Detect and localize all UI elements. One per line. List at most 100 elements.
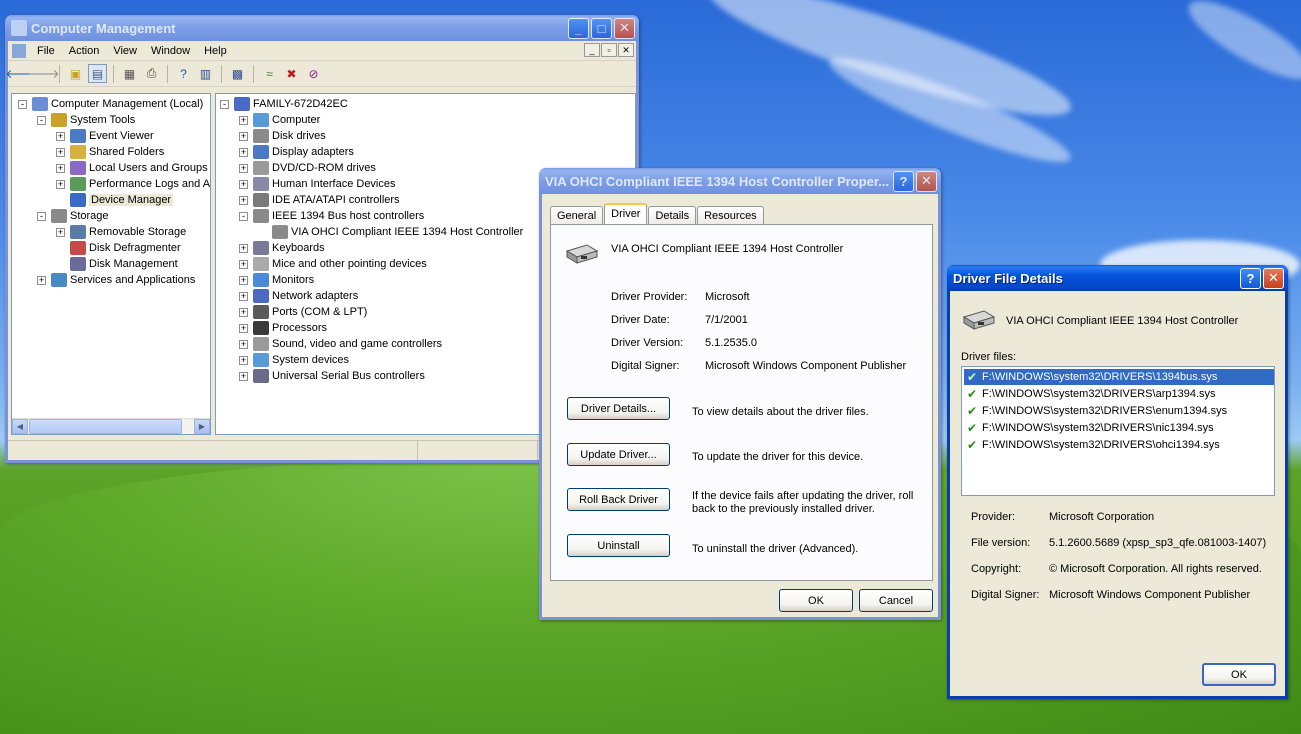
device-tree-item[interactable]: FAMILY-672D42EC	[234, 96, 348, 112]
tree-expander[interactable]: +	[239, 356, 248, 365]
console-icon[interactable]: ▥	[196, 64, 215, 83]
tree-expander[interactable]: +	[56, 132, 65, 141]
scroll-right-arrow[interactable]: ▶	[194, 419, 210, 434]
tree-expander[interactable]: +	[239, 276, 248, 285]
tree-expander[interactable]: +	[239, 244, 248, 253]
driver-file-row[interactable]: ✔ F:\WINDOWS\system32\DRIVERS\ohci1394.sy…	[964, 437, 1224, 453]
tree-item[interactable]: Disk Management	[70, 256, 178, 272]
remove-icon[interactable]: ≈	[260, 64, 279, 83]
up-folder-icon[interactable]: ▣	[66, 64, 85, 83]
tree-expander[interactable]: +	[239, 132, 248, 141]
device-tree-item[interactable]: DVD/CD-ROM drives	[253, 160, 376, 176]
tree-expander[interactable]: -	[37, 116, 46, 125]
tree-expander[interactable]: +	[239, 180, 248, 189]
tree-expander[interactable]: +	[56, 180, 65, 189]
scroll-left-arrow[interactable]: ◀	[12, 419, 28, 434]
tree-expander[interactable]: +	[56, 228, 65, 237]
show-hide-tree-icon[interactable]: ▤	[88, 64, 107, 83]
driver-files-list[interactable]: ✔ F:\WINDOWS\system32\DRIVERS\1394bus.sys…	[961, 366, 1275, 496]
scroll-thumb[interactable]	[29, 419, 182, 434]
device-tree-item[interactable]: Human Interface Devices	[253, 176, 396, 192]
tree-expander[interactable]: -	[239, 212, 248, 221]
device-tree-item[interactable]: Network adapters	[253, 288, 358, 304]
driver-file-row[interactable]: ✔ F:\WINDOWS\system32\DRIVERS\nic1394.sys	[964, 420, 1218, 436]
driver-file-row[interactable]: ✔ F:\WINDOWS\system32\DRIVERS\enum1394.sy…	[964, 403, 1231, 419]
tree-expander[interactable]: +	[239, 260, 248, 269]
tab-details[interactable]: Details	[648, 206, 697, 225]
forward-arrow-icon[interactable]: 🡒	[27, 64, 59, 83]
driver-file-row[interactable]: ✔ F:\WINDOWS\system32\DRIVERS\1394bus.sys	[964, 369, 1274, 385]
device-tree-item[interactable]: IDE ATA/ATAPI controllers	[253, 192, 400, 208]
tree-expander[interactable]: -	[220, 100, 229, 109]
tree-expander[interactable]: +	[56, 164, 65, 173]
device-tree-item[interactable]: Universal Serial Bus controllers	[253, 368, 425, 384]
help-icon[interactable]: ?	[174, 64, 193, 83]
tree-expander[interactable]: +	[239, 324, 248, 333]
close-button[interactable]: ✕	[1263, 267, 1284, 289]
device-tree-item[interactable]: Ports (COM & LPT)	[253, 304, 367, 320]
roll-back-driver-button[interactable]: Roll Back Driver	[567, 488, 670, 511]
tree-expander[interactable]: +	[239, 308, 248, 317]
mdi-minimize-button[interactable]: _	[584, 43, 600, 57]
tree-item[interactable]: Computer Management (Local)	[32, 96, 203, 112]
tree-item[interactable]: Event Viewer	[70, 128, 154, 144]
driver-file-row[interactable]: ✔ F:\WINDOWS\system32\DRIVERS\arp1394.sys	[964, 386, 1220, 402]
tree-expander[interactable]: +	[239, 340, 248, 349]
uninstall-button[interactable]: Uninstall	[567, 534, 670, 557]
tree-item[interactable]: Performance Logs and Alerts	[70, 176, 210, 192]
device-tree-item[interactable]: Computer	[253, 112, 320, 128]
tree-expander[interactable]: +	[239, 372, 248, 381]
tree-item[interactable]: Storage	[51, 208, 109, 224]
mdi-restore-button[interactable]: ▫	[601, 43, 617, 57]
device-tree-item[interactable]: Processors	[253, 320, 327, 336]
device-tree-item[interactable]: Display adapters	[253, 144, 354, 160]
uninstall-icon[interactable]: ✖	[282, 64, 301, 83]
ok-button[interactable]: OK	[1202, 663, 1276, 686]
cancel-button[interactable]: Cancel	[859, 589, 933, 612]
properties-title-bar[interactable]: VIA OHCI Compliant IEEE 1394 Host Contro…	[539, 168, 941, 194]
tree-expander[interactable]: +	[239, 292, 248, 301]
tab-driver[interactable]: Driver	[604, 203, 648, 225]
close-button[interactable]: ✕	[614, 17, 635, 39]
tree-item[interactable]: System Tools	[51, 112, 135, 128]
device-tree-item[interactable]: Keyboards	[253, 240, 325, 256]
menu-view[interactable]: View	[106, 43, 144, 59]
tree-expander[interactable]: -	[18, 100, 27, 109]
tab-general[interactable]: General	[550, 206, 604, 225]
tree-item[interactable]: Shared Folders	[70, 144, 164, 160]
device-tree-item[interactable]: Disk drives	[253, 128, 326, 144]
device-tree-item[interactable]: System devices	[253, 352, 349, 368]
tree-item[interactable]: Local Users and Groups	[70, 160, 208, 176]
tree-expander[interactable]: +	[239, 164, 248, 173]
device-tree-item[interactable]: Sound, video and game controllers	[253, 336, 442, 352]
disable-device-icon[interactable]: ⊘	[304, 64, 323, 83]
scan-hardware-icon[interactable]: ▩	[228, 64, 247, 83]
mdi-close-button[interactable]: ✕	[618, 43, 634, 57]
ok-button[interactable]: OK	[779, 589, 853, 612]
device-tree-item[interactable]: Mice and other pointing devices	[253, 256, 427, 272]
device-tree-item[interactable]: IEEE 1394 Bus host controllers	[253, 208, 424, 224]
tree-item[interactable]: Disk Defragmenter	[70, 240, 181, 256]
maximize-button[interactable]: □	[591, 17, 612, 39]
tree-item[interactable]: Device Manager	[70, 192, 174, 208]
console-tree-pane[interactable]: - Computer Management (Local) - System Tool…	[11, 93, 211, 435]
device-tree-item[interactable]: Monitors	[253, 272, 314, 288]
horizontal-scrollbar[interactable]: ◀ ▶	[12, 418, 210, 434]
device-tree-item[interactable]: VIA OHCI Compliant IEEE 1394 Host Contro…	[272, 224, 523, 240]
menu-file[interactable]: File	[30, 43, 62, 59]
tree-expander[interactable]: -	[37, 212, 46, 221]
details-title-bar[interactable]: Driver File Details ? ✕	[947, 265, 1288, 291]
tab-resources[interactable]: Resources	[697, 206, 764, 225]
tree-expander[interactable]: +	[239, 116, 248, 125]
properties-icon[interactable]: ▦	[120, 64, 139, 83]
tree-item[interactable]: Services and Applications	[51, 272, 195, 288]
tree-expander[interactable]: +	[239, 196, 248, 205]
menu-window[interactable]: Window	[144, 43, 197, 59]
close-button[interactable]: ✕	[916, 170, 937, 192]
driver-details-button[interactable]: Driver Details...	[567, 397, 670, 420]
print-icon[interactable]: ⎙	[142, 64, 161, 83]
minimize-button[interactable]: _	[568, 17, 589, 39]
tree-expander[interactable]: +	[239, 148, 248, 157]
tree-expander[interactable]: +	[56, 148, 65, 157]
title-bar[interactable]: Computer Management _ □ ✕	[5, 15, 639, 41]
